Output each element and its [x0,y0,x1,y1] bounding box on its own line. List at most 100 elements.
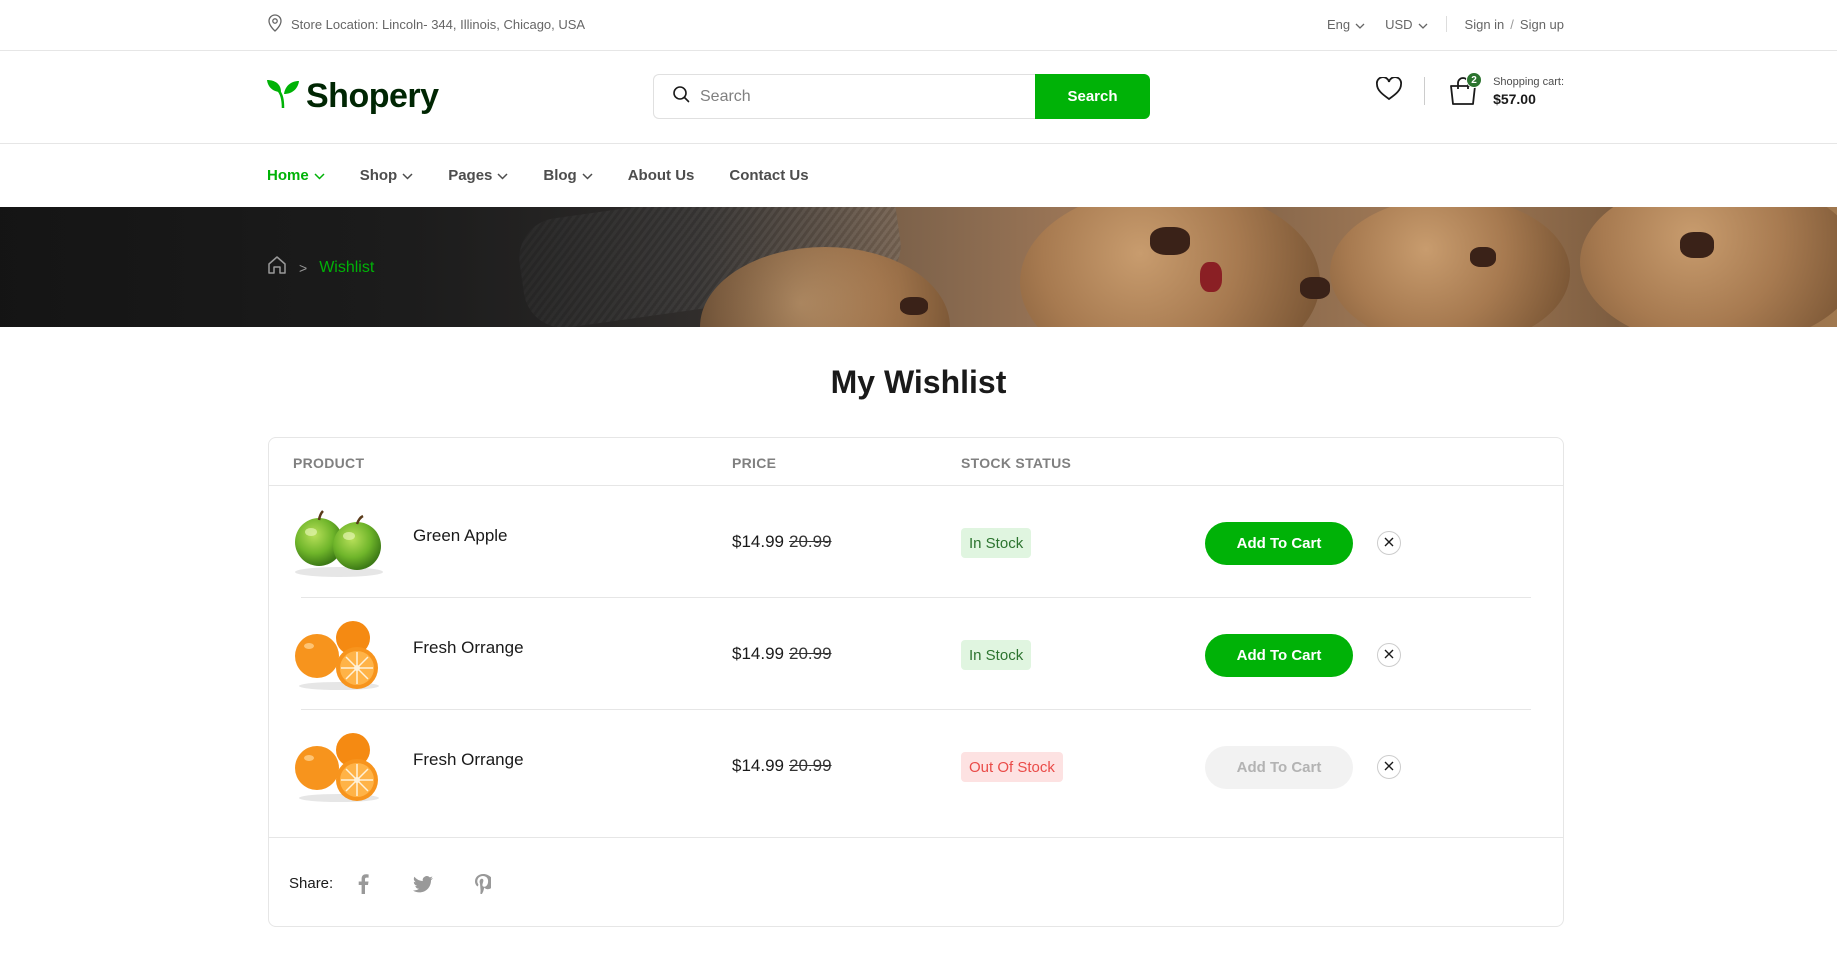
banner-shade [0,207,900,327]
banner-chip [1680,232,1714,258]
banner-chip [1200,262,1222,292]
cart-total: $57.00 [1493,90,1536,107]
cart-label: Shopping cart: [1493,75,1564,88]
close-icon [1384,758,1394,776]
banner-cookie [1020,207,1320,327]
old-price: 20.99 [789,532,832,551]
breadcrumb-current: Wishlist [319,258,375,276]
nav-item-pages[interactable]: Pages [448,167,508,184]
orange-image [291,730,387,802]
currency-select[interactable]: USD [1385,17,1427,32]
product-price: $14.99 20.99 [732,644,832,664]
remove-item-button[interactable] [1377,755,1401,779]
nav-item-shop[interactable]: Shop [360,167,414,184]
cart-count-badge: 2 [1466,72,1483,88]
search-bar: Search [653,74,1150,119]
search-box [653,74,1035,119]
breadcrumb-separator: > [299,259,308,276]
stock-status-badge: In Stock [961,528,1032,558]
top-bar: Store Location: Lincoln- 344, Illinois, … [0,0,1837,51]
nav-item-label: Pages [448,167,493,184]
close-icon [1384,646,1394,664]
product-name[interactable]: Green Apple [413,526,508,546]
banner-chip [1150,227,1190,255]
banner-cookie [1330,207,1570,327]
add-to-cart-button[interactable]: Add To Cart [1205,634,1353,677]
stock-status-badge: Out Of Stock [961,752,1063,782]
auth-separator: / [1510,16,1514,32]
nav-item-label: Home [267,167,309,184]
header-actions: 2 Shopping cart: $57.00 [1376,72,1564,107]
nav-item-label: Blog [543,167,577,184]
map-pin-icon [267,14,283,35]
product-name[interactable]: Fresh Orrange [413,750,524,770]
chevron-down-icon [402,167,413,184]
shopping-bag-icon [1447,77,1479,111]
product-name[interactable]: Fresh Orrange [413,638,524,658]
page-banner: > Wishlist [0,207,1837,327]
nav-item-label: About Us [627,167,695,184]
page: Store Location: Lincoln- 344, Illinois, … [0,0,1837,955]
chevron-down-icon [582,167,593,184]
orange-image [291,618,387,690]
add-to-cart-button[interactable]: Add To Cart [1205,522,1353,565]
column-header-stock-status: STOCK STATUS [961,455,1072,471]
nav-item-about-us[interactable]: About Us [628,167,695,184]
nav-item-contact-us[interactable]: Contact Us [729,167,808,184]
nav-item-home[interactable]: Home [267,167,325,184]
chevron-down-icon [497,167,508,184]
old-price: 20.99 [789,644,832,663]
remove-item-button[interactable] [1377,643,1401,667]
share-bar: Share: [269,837,1563,927]
product-price: $14.99 20.99 [732,756,832,776]
twitter-icon[interactable] [411,872,435,896]
pinterest-icon[interactable] [471,872,495,896]
top-bar-right: Eng USD Sign in / Sign up [1307,16,1564,32]
search-input[interactable] [700,87,1020,106]
instagram-icon[interactable] [493,872,517,896]
remove-item-button[interactable] [1377,531,1401,555]
wishlist-heart-icon[interactable] [1376,75,1403,106]
store-location: Store Location: Lincoln- 344, Illinois, … [267,14,585,35]
chevron-down-icon [1355,17,1365,32]
nav-item-label: Shop [359,167,398,184]
top-bar-divider [1445,16,1447,32]
green-apple-image [291,506,387,578]
search-button[interactable]: Search [1035,74,1150,119]
cart-button[interactable]: 2 [1447,72,1483,107]
leaf-logo-icon [266,78,300,115]
sign-up-link[interactable]: Sign up [1520,17,1564,32]
language-select[interactable]: Eng [1327,17,1365,32]
home-icon[interactable] [267,255,287,280]
table-row: Fresh Orrange $14.99 20.99 In Stock Add T… [269,598,1563,710]
search-icon [672,85,690,108]
page-title: My Wishlist [830,364,1007,400]
header: Shopery Search 2 Shopping [0,51,1837,144]
wishlist-table: PRODUCT PRICE STOCK STATUS Green Apple $… [268,437,1564,927]
share-label: Share: [289,875,334,892]
banner-chip [1470,247,1496,267]
column-header-price: PRICE [732,455,777,471]
language-value: Eng [1326,16,1351,32]
old-price: 20.99 [789,756,832,775]
logo-text: Shopery [306,77,439,115]
table-row: Green Apple $14.99 20.99 In Stock Add To … [269,486,1563,598]
nav-item-blog[interactable]: Blog [543,167,593,184]
banner-cookie [1580,207,1837,327]
store-location-text: Store Location: Lincoln- 344, Illinois, … [291,17,586,32]
column-header-product: PRODUCT [293,455,365,471]
facebook-icon[interactable] [351,872,375,896]
close-icon [1384,534,1394,552]
main-nav: Home Shop Pages Blog About Us Contact Us [0,144,1837,207]
sign-in-link[interactable]: Sign in [1465,17,1505,32]
banner-chip [900,297,928,315]
stock-status-badge: In Stock [961,640,1032,670]
chevron-down-icon [314,167,325,184]
cart-summary[interactable]: Shopping cart: $57.00 [1493,76,1564,107]
add-to-cart-button[interactable]: Add To Cart [1205,746,1353,789]
banner-chip [1300,277,1330,299]
table-header: PRODUCT PRICE STOCK STATUS [269,438,1563,486]
logo[interactable]: Shopery [266,77,439,116]
header-divider [1424,77,1426,105]
table-row: Fresh Orrange $14.99 20.99 Out Of Stock A… [269,710,1563,822]
